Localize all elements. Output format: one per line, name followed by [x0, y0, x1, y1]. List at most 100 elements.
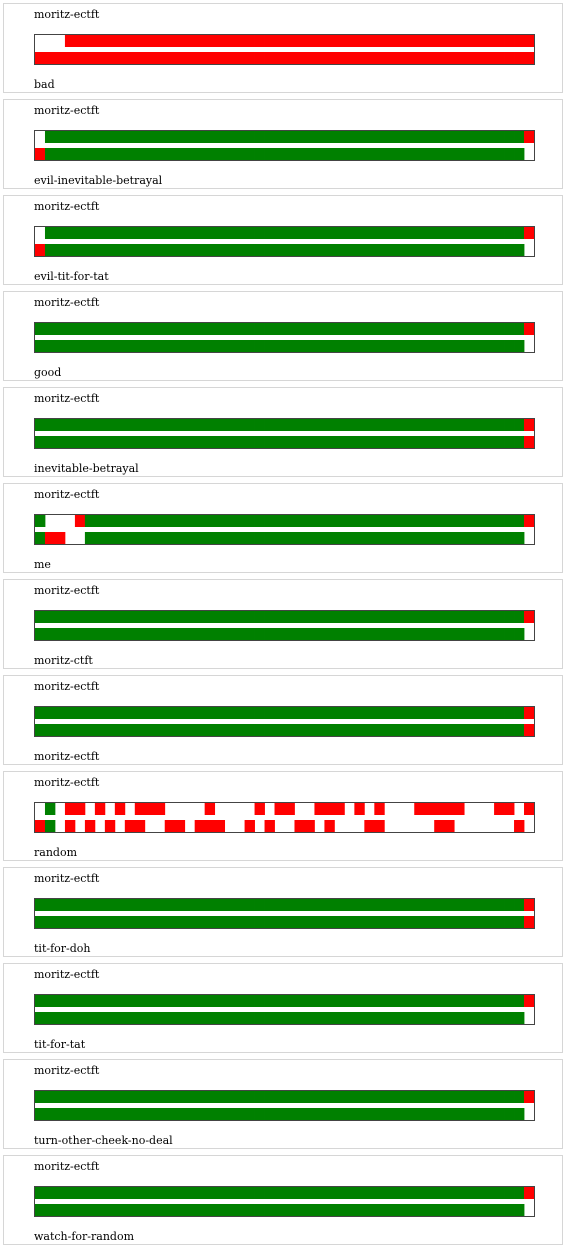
move-cell-cooperate — [264, 419, 275, 431]
move-cell-cooperate — [414, 419, 425, 431]
player-label: moritz-ectft — [34, 392, 100, 405]
move-cell-cooperate — [244, 916, 255, 928]
move-cell-cooperate — [234, 323, 245, 335]
move-cell-cooperate — [254, 1108, 265, 1120]
move-cell-cooperate — [374, 323, 385, 335]
move-cell-cooperate — [124, 1204, 136, 1216]
opponent-label: me — [34, 558, 51, 571]
move-cell-cooperate — [364, 419, 375, 431]
move-cell-defect — [414, 803, 425, 815]
move-cell-cooperate — [114, 1204, 126, 1216]
move-cell-defect — [314, 803, 325, 815]
move-cell-cooperate — [264, 244, 275, 256]
move-cell-cooperate — [35, 724, 46, 736]
move-cell-cooperate — [104, 419, 116, 431]
move-cell-cooperate — [494, 131, 505, 143]
move-cell-cooperate — [204, 244, 216, 256]
move-cell-cooperate — [504, 148, 515, 160]
move-cell-cooperate — [84, 436, 96, 448]
move-cell-cooperate — [474, 436, 485, 448]
opponent-label: evil-inevitable-betrayal — [34, 174, 163, 187]
move-cell-defect — [504, 803, 515, 815]
move-cell-cooperate — [324, 340, 335, 352]
move-cell-cooperate — [494, 148, 505, 160]
move-cell-cooperate — [514, 131, 525, 143]
move-cell-cooperate — [294, 323, 305, 335]
move-cell-cooperate — [304, 1091, 315, 1103]
move-cell-cooperate — [294, 340, 305, 352]
move-cell-cooperate — [454, 1091, 465, 1103]
move-cell-cooperate — [314, 131, 325, 143]
move-cell-cooperate — [104, 131, 116, 143]
move-cell-cooperate — [304, 916, 315, 928]
match-panel-4: moritz-ectft inevitable-betrayal — [3, 387, 563, 477]
move-cell-cooperate — [54, 244, 66, 256]
move-cell-cooperate — [474, 1012, 485, 1024]
round-history-plot — [34, 34, 535, 65]
move-cell-cooperate — [184, 916, 196, 928]
move-cell-cooperate — [64, 1187, 76, 1199]
opponent-moves-row — [35, 148, 525, 160]
move-cell-cooperate — [454, 1187, 465, 1199]
move-cell-cooperate — [94, 1091, 106, 1103]
move-cell-cooperate — [454, 916, 465, 928]
move-cell-cooperate — [44, 611, 56, 623]
move-cell-defect — [524, 35, 534, 47]
move-cell-defect — [504, 35, 515, 47]
move-cell-cooperate — [314, 340, 325, 352]
move-cell-cooperate — [144, 419, 156, 431]
round-history-plot — [34, 802, 535, 833]
move-cell-cooperate — [254, 515, 265, 527]
move-cell-cooperate — [434, 1187, 445, 1199]
move-cell-cooperate — [434, 419, 445, 431]
move-cell-cooperate — [54, 1012, 66, 1024]
move-cell-cooperate — [474, 1091, 485, 1103]
move-cell-cooperate — [464, 916, 475, 928]
move-cell-cooperate — [344, 1187, 355, 1199]
move-cell-defect — [35, 148, 46, 160]
move-cell-cooperate — [464, 244, 475, 256]
move-cell-defect — [484, 52, 495, 64]
move-cell-cooperate — [484, 436, 495, 448]
move-cell-cooperate — [214, 1187, 226, 1199]
move-cell-defect — [54, 52, 66, 64]
move-cell-cooperate — [174, 532, 186, 544]
move-cell-defect — [144, 803, 156, 815]
move-cell-cooperate — [154, 707, 166, 719]
move-cell-cooperate — [364, 1187, 375, 1199]
move-cell-cooperate — [414, 532, 425, 544]
opponent-label: tit-for-doh — [34, 942, 91, 955]
move-cell-cooperate — [404, 707, 415, 719]
move-cell-cooperate — [374, 707, 385, 719]
move-cell-cooperate — [454, 436, 465, 448]
move-cell-cooperate — [404, 1091, 415, 1103]
move-cell-cooperate — [354, 628, 365, 640]
move-cell-cooperate — [54, 131, 66, 143]
move-cell-cooperate — [94, 628, 106, 640]
move-cell-cooperate — [114, 1091, 126, 1103]
move-cell-cooperate — [194, 995, 206, 1007]
player-label: moritz-ectft — [34, 776, 100, 789]
move-cell-cooperate — [104, 436, 116, 448]
move-cell-cooperate — [214, 419, 226, 431]
move-cell-cooperate — [314, 995, 325, 1007]
move-cell-cooperate — [444, 532, 455, 544]
move-cell-cooperate — [174, 1012, 186, 1024]
move-cell-cooperate — [324, 131, 335, 143]
move-cell-cooperate — [464, 707, 475, 719]
move-cell-cooperate — [334, 340, 345, 352]
round-history-svg — [35, 899, 534, 928]
move-cell-cooperate — [84, 995, 96, 1007]
move-cell-defect — [204, 820, 216, 832]
move-cell-defect — [254, 35, 265, 47]
match-panel-12: moritz-ectft watch-for-random — [3, 1155, 563, 1245]
move-cell-defect — [494, 52, 505, 64]
move-cell-cooperate — [454, 995, 465, 1007]
move-cell-cooperate — [424, 515, 435, 527]
move-cell-defect — [174, 52, 186, 64]
move-cell-cooperate — [384, 628, 395, 640]
move-cell-cooperate — [424, 899, 435, 911]
move-cell-cooperate — [184, 707, 196, 719]
move-cell-defect — [484, 35, 495, 47]
move-cell-cooperate — [144, 340, 156, 352]
